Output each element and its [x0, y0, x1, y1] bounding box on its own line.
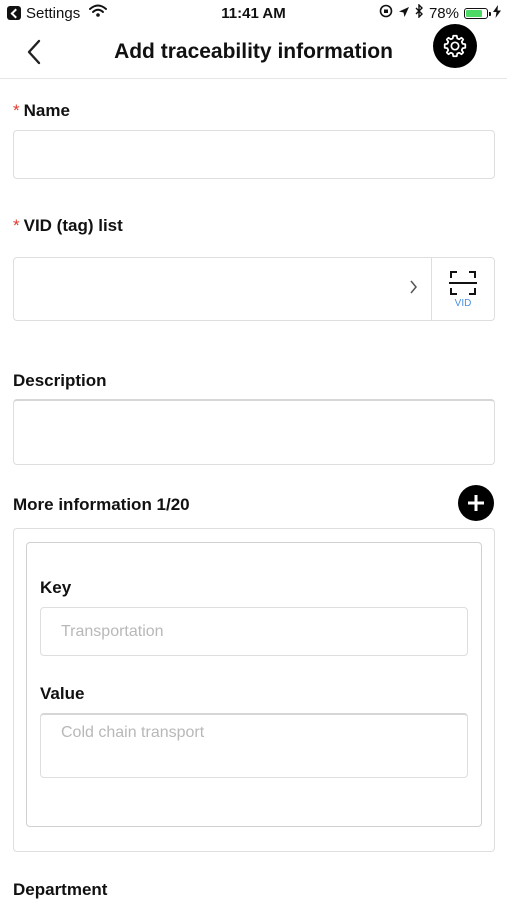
- description-input[interactable]: [13, 399, 495, 465]
- info-entry-card: Key Transportation Value Cold chain tran…: [26, 542, 482, 827]
- name-input[interactable]: [13, 130, 495, 179]
- bluetooth-icon: [415, 3, 424, 22]
- settings-button[interactable]: [433, 24, 477, 68]
- scan-icon: [449, 270, 477, 295]
- department-label: Department: [13, 880, 108, 899]
- charging-icon: [493, 4, 501, 22]
- status-bar: Settings 11:41 AM 78%: [0, 0, 507, 28]
- required-asterisk: *: [13, 101, 20, 120]
- chevron-right-icon: [409, 280, 418, 299]
- value-placeholder: Cold chain transport: [61, 724, 205, 741]
- vid-list-field[interactable]: VID: [13, 257, 495, 321]
- location-icon: [398, 5, 410, 22]
- scan-vid-label: VID: [454, 297, 472, 309]
- battery-percent: 78%: [428, 4, 459, 22]
- add-info-button[interactable]: [458, 485, 494, 521]
- name-label: * Name: [13, 101, 70, 121]
- status-bar-right: 78%: [379, 3, 501, 22]
- more-info-label: More information 1/20: [13, 495, 190, 514]
- value-input[interactable]: Cold chain transport: [40, 713, 468, 778]
- value-label: Value: [40, 684, 85, 703]
- plus-icon: [468, 495, 484, 511]
- vid-label-text: VID (tag) list: [23, 216, 123, 235]
- key-input[interactable]: Transportation: [40, 607, 468, 656]
- description-label: Description: [13, 371, 107, 390]
- scan-vid-button[interactable]: VID: [431, 258, 494, 320]
- key-placeholder: Transportation: [61, 623, 164, 640]
- more-info-panel: Key Transportation Value Cold chain tran…: [13, 528, 495, 852]
- name-label-text: Name: [23, 101, 70, 120]
- orientation-lock-icon: [379, 4, 393, 22]
- key-label: Key: [40, 578, 72, 597]
- page-title: Add traceability information: [114, 40, 393, 63]
- gear-icon: [443, 34, 467, 58]
- battery-icon: [464, 7, 491, 19]
- vid-label: * VID (tag) list: [13, 216, 123, 236]
- navigation-bar: Add traceability information: [0, 24, 507, 79]
- required-asterisk: *: [13, 216, 20, 235]
